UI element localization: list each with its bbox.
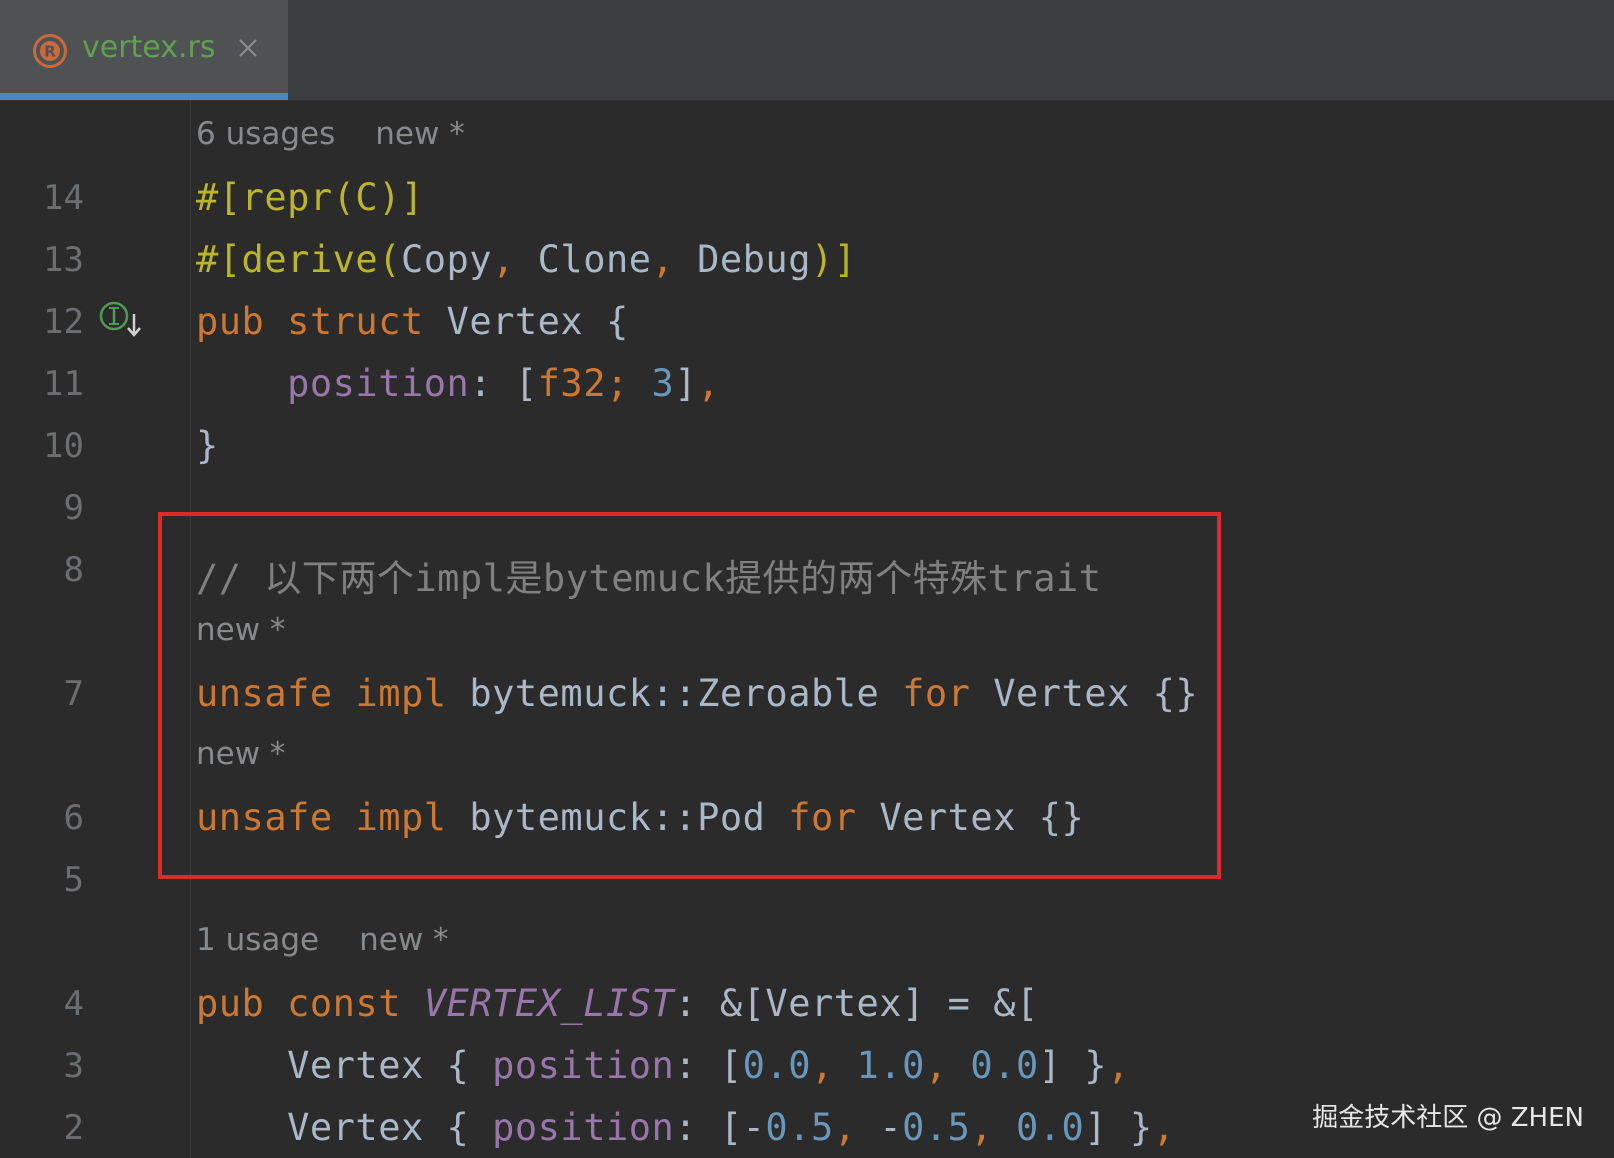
editor-tab-bar: R vertex.rs bbox=[0, 0, 1614, 101]
line-number: 3 bbox=[63, 1046, 84, 1086]
active-tab-indicator bbox=[0, 93, 288, 100]
code-line: 11 position: [f32; 3], bbox=[0, 350, 1614, 412]
rust-file-icon: R bbox=[33, 34, 67, 68]
code-line: 12 pub struct Vertex { bbox=[0, 288, 1614, 350]
code-text[interactable]: pub const VERTEX_LIST: &[Vertex] = &[ bbox=[196, 982, 1039, 1025]
line-number: 6 bbox=[63, 798, 84, 838]
line-number: 11 bbox=[43, 364, 84, 404]
tab-title: vertex.rs bbox=[82, 30, 216, 65]
code-line: 13 #[derive(Copy, Clone, Debug)] bbox=[0, 226, 1614, 288]
line-number: 12 bbox=[43, 302, 84, 342]
line-number: 4 bbox=[63, 984, 84, 1024]
line-number: 10 bbox=[43, 426, 84, 466]
usages-hint[interactable]: 1 usage new * bbox=[196, 922, 449, 958]
code-text[interactable]: #[derive(Copy, Clone, Debug)] bbox=[196, 238, 857, 281]
highlight-annotation-box bbox=[158, 512, 1221, 879]
svg-text:R: R bbox=[44, 43, 56, 61]
code-text[interactable]: Vertex { position: [0.0, 1.0, 0.0] }, bbox=[196, 1044, 1130, 1087]
tab-vertex-rs[interactable]: R vertex.rs bbox=[0, 0, 288, 100]
inlay-hint-row: 1 usage new * bbox=[0, 908, 1614, 970]
code-text[interactable]: position: [f32; 3], bbox=[196, 362, 720, 405]
code-line: 10 } bbox=[0, 412, 1614, 474]
line-number: 13 bbox=[43, 240, 84, 280]
line-number: 8 bbox=[63, 550, 84, 590]
code-text[interactable]: #[repr(C)] bbox=[196, 176, 424, 219]
watermark: 掘金技术社区 @ ZHEN bbox=[1312, 1103, 1584, 1133]
line-number: 2 bbox=[63, 1108, 84, 1148]
code-text[interactable]: pub struct Vertex { bbox=[196, 300, 629, 343]
close-icon[interactable] bbox=[236, 36, 260, 60]
code-text[interactable]: } bbox=[196, 424, 219, 467]
line-number: 9 bbox=[63, 488, 84, 528]
inlay-hint-row: 6 usages new * bbox=[0, 102, 1614, 164]
implemented-by-gutter-icon[interactable] bbox=[98, 298, 144, 338]
code-line: 14 #[repr(C)] bbox=[0, 164, 1614, 226]
line-number: 5 bbox=[63, 860, 84, 900]
line-number: 14 bbox=[43, 178, 84, 218]
code-text[interactable]: Vertex { position: [-0.5, -0.5, 0.0] }, bbox=[196, 1106, 1175, 1149]
line-number: 7 bbox=[63, 674, 84, 714]
code-line: 3 Vertex { position: [0.0, 1.0, 0.0] }, bbox=[0, 1032, 1614, 1094]
code-line: 4 pub const VERTEX_LIST: &[Vertex] = &[ bbox=[0, 970, 1614, 1032]
usages-hint[interactable]: 6 usages new * bbox=[196, 116, 465, 152]
